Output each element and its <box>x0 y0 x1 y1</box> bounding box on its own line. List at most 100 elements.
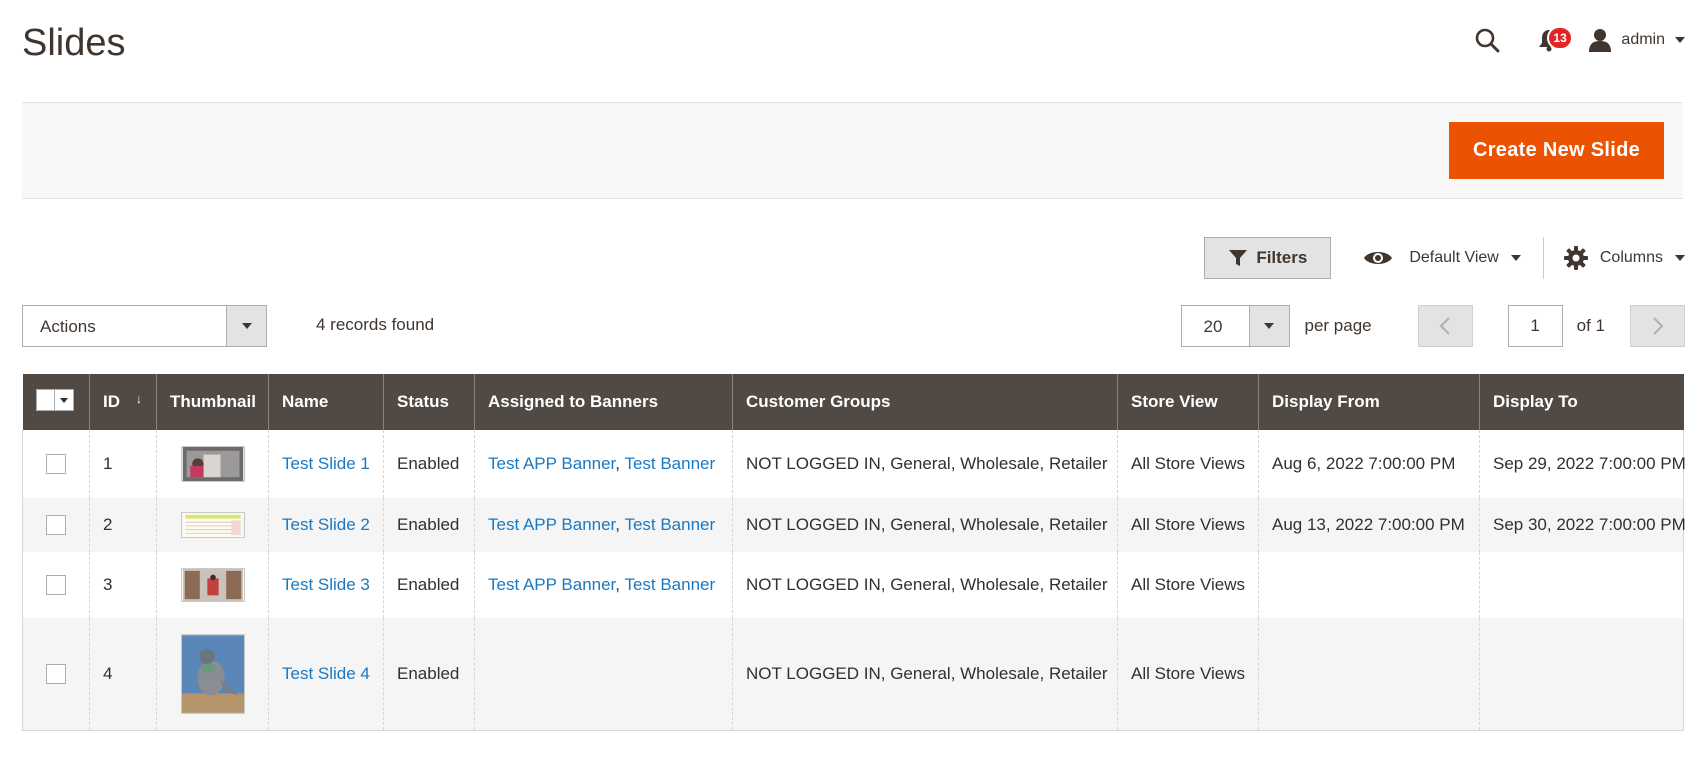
row-checkbox[interactable] <box>46 515 66 536</box>
mass-actions-label: Actions <box>40 317 96 336</box>
slide-thumbnail-image[interactable] <box>180 633 245 714</box>
column-header-id[interactable]: ID ↓ <box>89 374 157 430</box>
mass-select-checkbox[interactable] <box>35 389 74 411</box>
column-header-store-view[interactable]: Store View <box>1117 374 1259 430</box>
row-select-cell <box>22 430 90 498</box>
display-from-cell: Aug 13, 2022 7:00:00 PM <box>1258 498 1480 552</box>
store-view-cell: All Store Views <box>1117 552 1259 618</box>
current-page-input[interactable] <box>1507 305 1563 347</box>
slides-grid: ID ↓ Thumbnail Name Status Assigned to Ba… <box>22 374 1686 731</box>
column-header-status[interactable]: Status <box>383 374 475 430</box>
global-search-button[interactable] <box>1469 22 1505 58</box>
per-page-label: per page <box>1304 316 1372 335</box>
column-header-thumbnail: Thumbnail <box>156 374 269 430</box>
banner-separator: , <box>615 454 621 473</box>
chevron-down-icon <box>1675 37 1685 43</box>
row-checkbox[interactable] <box>46 664 66 684</box>
status-cell: Enabled <box>383 430 475 498</box>
slide-thumbnail-image[interactable] <box>180 512 245 538</box>
grid-header-row: ID ↓ Thumbnail Name Status Assigned to Ba… <box>22 374 1684 430</box>
banners-cell: Test APP Banner, Test Banner <box>474 430 733 498</box>
banner-link[interactable]: Test APP Banner <box>488 575 615 594</box>
display-to-cell: Sep 29, 2022 7:00:00 PM <box>1479 430 1686 498</box>
slide-name-link[interactable]: Test Slide 4 <box>282 664 370 683</box>
create-new-slide-button[interactable]: Create New Slide <box>1449 122 1664 179</box>
notifications-button[interactable]: 13 <box>1531 22 1573 58</box>
mass-actions-select[interactable]: Actions <box>22 305 267 347</box>
actions-dropdown-arrow <box>226 306 266 346</box>
mass-select-arrow[interactable] <box>55 390 73 410</box>
banner-link[interactable]: Test APP Banner <box>488 454 615 473</box>
chevron-left-icon <box>1439 317 1450 335</box>
row-select-cell <box>22 552 90 618</box>
slide-thumbnail-image[interactable] <box>180 446 245 482</box>
status-cell: Enabled <box>383 618 475 731</box>
toolbar-divider <box>1542 237 1544 279</box>
column-header-display-from[interactable]: Display From <box>1258 374 1480 430</box>
slide-name-link[interactable]: Test Slide 3 <box>282 575 370 594</box>
columns-dropdown[interactable]: Columns <box>1563 246 1685 270</box>
banner-separator: , <box>615 575 621 594</box>
column-header-name[interactable]: Name <box>268 374 384 430</box>
user-account-menu[interactable]: admin <box>1589 28 1685 52</box>
chevron-right-icon <box>1652 317 1663 335</box>
column-header-display-to[interactable]: Display To <box>1479 374 1684 430</box>
table-row[interactable]: 3 Test Slide 3 Enabled Test APP Banner, … <box>22 552 1684 618</box>
column-header-customer-groups[interactable]: Customer Groups <box>732 374 1118 430</box>
store-view-cell: All Store Views <box>1117 498 1259 552</box>
user-icon <box>1589 29 1612 52</box>
per-page-value: 20 <box>1203 317 1223 336</box>
row-checkbox[interactable] <box>46 575 66 596</box>
column-header-banners[interactable]: Assigned to Banners <box>474 374 733 430</box>
default-view-dropdown[interactable]: Default View <box>1363 248 1521 268</box>
per-page-select[interactable]: 20 <box>1180 305 1290 347</box>
customer-groups-cell: NOT LOGGED IN, General, Wholesale, Retai… <box>732 430 1118 498</box>
total-pages-label: of 1 <box>1576 316 1605 335</box>
store-view-cell: All Store Views <box>1117 618 1259 731</box>
column-header-label: ID <box>103 392 120 411</box>
sort-down-icon: ↓ <box>136 392 142 406</box>
table-row[interactable]: 1 Test Slide 1 Enabled Test APP Banner, … <box>22 430 1686 498</box>
banner-link[interactable]: Test Banner <box>624 575 715 594</box>
customer-groups-cell: NOT LOGGED IN, General, Wholesale, Retai… <box>732 498 1118 552</box>
filters-button[interactable]: Filters <box>1204 237 1332 279</box>
next-page-button[interactable] <box>1630 305 1685 347</box>
display-to-cell <box>1479 618 1684 731</box>
customer-groups-cell: NOT LOGGED IN, General, Wholesale, Retai… <box>732 552 1118 618</box>
table-row[interactable]: 2 Test Slide 2 Enabled Test APP Banner, … <box>22 498 1686 552</box>
id-cell: 2 <box>89 498 157 552</box>
banners-cell: Test APP Banner, Test Banner <box>474 498 733 552</box>
chevron-down-icon <box>241 323 252 329</box>
name-cell: Test Slide 1 <box>268 430 384 498</box>
display-to-cell <box>1479 552 1684 618</box>
filter-icon <box>1229 250 1248 266</box>
banners-cell: Test APP Banner, Test Banner <box>474 552 733 618</box>
mass-select-header[interactable] <box>22 374 90 430</box>
name-cell: Test Slide 3 <box>268 552 384 618</box>
row-checkbox[interactable] <box>46 454 66 475</box>
row-select-cell <box>22 618 90 731</box>
table-row[interactable]: 4 Test Slide 4 Enabled NOT LOGGED IN, Ge… <box>22 618 1684 731</box>
name-cell: Test Slide 4 <box>268 618 384 731</box>
slide-thumbnail-image[interactable] <box>180 568 245 602</box>
checkbox[interactable] <box>36 390 55 410</box>
gear-icon <box>1563 246 1588 270</box>
page-title: Slides <box>22 22 126 64</box>
grid-toolbar-top: Filters Default View Columns <box>1204 237 1685 279</box>
banner-link[interactable]: Test APP Banner <box>488 515 615 534</box>
search-icon <box>1476 28 1500 53</box>
slide-name-link[interactable]: Test Slide 2 <box>282 515 370 534</box>
id-cell: 3 <box>89 552 157 618</box>
chevron-down-icon <box>1264 323 1275 329</box>
pagination: 20 per page of 1 <box>1180 305 1685 347</box>
previous-page-button[interactable] <box>1417 305 1473 347</box>
user-name: admin <box>1621 31 1665 48</box>
id-cell: 1 <box>89 430 157 498</box>
slide-name-link[interactable]: Test Slide 1 <box>282 454 370 473</box>
chevron-down-icon <box>1675 255 1685 261</box>
banner-link[interactable]: Test Banner <box>624 454 715 473</box>
default-view-label: Default View <box>1409 249 1499 266</box>
id-cell: 4 <box>89 618 157 731</box>
banner-link[interactable]: Test Banner <box>624 515 715 534</box>
customer-groups-cell: NOT LOGGED IN, General, Wholesale, Retai… <box>732 618 1118 731</box>
